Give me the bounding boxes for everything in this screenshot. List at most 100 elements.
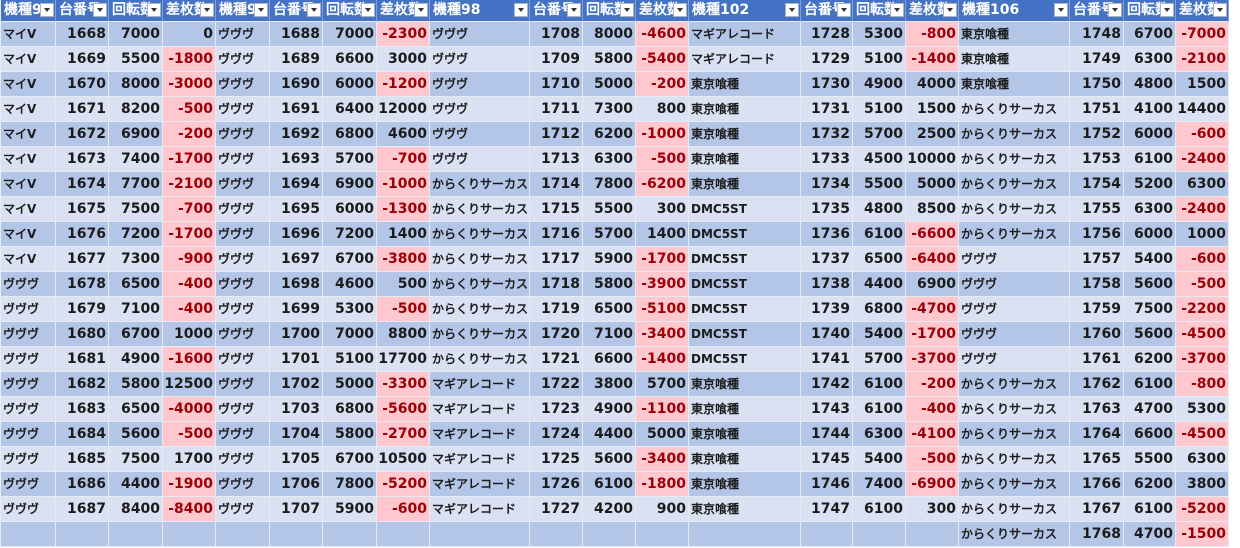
table-cell[interactable]: ヴヴヴ [216,422,270,447]
table-cell[interactable]: 1735 [801,197,853,222]
table-cell[interactable]: からくりサーカス [959,372,1070,397]
table-cell[interactable]: -1000 [377,172,430,197]
table-cell[interactable]: -3000 [163,72,216,97]
table-cell[interactable]: 1680 [56,322,109,347]
table-cell[interactable]: ヴヴヴ [216,172,270,197]
table-cell[interactable]: 6200 [1124,347,1176,372]
table-cell[interactable]: 1400 [377,222,430,247]
table-cell[interactable]: 1712 [530,122,583,147]
table-cell[interactable]: からくりサーカス [430,222,530,247]
table-cell[interactable]: 1732 [801,122,853,147]
table-cell[interactable]: 1682 [56,372,109,397]
table-cell[interactable]: 6500 [583,297,636,322]
table-cell[interactable]: 1736 [801,222,853,247]
table-cell[interactable]: 1721 [530,347,583,372]
table-cell[interactable]: マギアレコード [430,397,530,422]
table-cell[interactable]: -6900 [906,472,959,497]
filter-dropdown-icon[interactable] [567,3,581,17]
table-cell[interactable]: 1707 [270,497,323,522]
table-cell[interactable]: マイV [1,247,56,272]
table-cell[interactable]: からくりサーカス [430,347,530,372]
table-cell[interactable] [689,522,801,547]
table-cell[interactable]: -200 [163,122,216,147]
table-cell[interactable]: 1704 [270,422,323,447]
table-cell[interactable]: 6800 [323,122,377,147]
table-cell[interactable]: -1700 [163,222,216,247]
table-cell[interactable]: 7300 [109,247,163,272]
table-cell[interactable]: 1739 [801,297,853,322]
table-cell[interactable]: 1765 [1070,447,1124,472]
table-cell[interactable]: -500 [163,97,216,122]
table-cell[interactable] [323,522,377,547]
table-cell[interactable]: -1700 [636,247,689,272]
table-cell[interactable]: 5300 [1176,397,1229,422]
table-cell[interactable]: ヴヴヴ [216,222,270,247]
table-cell[interactable]: 1763 [1070,397,1124,422]
table-cell[interactable]: 6100 [583,472,636,497]
table-cell[interactable]: ヴヴヴ [216,322,270,347]
table-cell[interactable]: 14400 [1176,97,1229,122]
table-cell[interactable]: -2300 [377,22,430,47]
table-cell[interactable]: 4100 [1124,97,1176,122]
table-cell[interactable]: からくりサーカス [430,322,530,347]
table-cell[interactable]: 1686 [56,472,109,497]
table-cell[interactable]: ヴヴヴ [430,97,530,122]
table-cell[interactable]: 4200 [583,497,636,522]
table-cell[interactable]: DMC5ST [689,272,801,297]
table-cell[interactable]: -1200 [377,72,430,97]
table-cell[interactable]: ヴヴヴ [1,447,56,472]
table-cell[interactable]: 1679 [56,297,109,322]
table-cell[interactable]: 東京喰種 [689,97,801,122]
table-cell[interactable]: ヴヴヴ [216,397,270,422]
table-cell[interactable]: -8400 [163,497,216,522]
table-cell[interactable]: マギアレコード [430,447,530,472]
table-cell[interactable]: 1717 [530,247,583,272]
table-cell[interactable]: 4400 [583,422,636,447]
table-cell[interactable]: 東京喰種 [959,72,1070,97]
table-cell[interactable]: 1676 [56,222,109,247]
table-cell[interactable]: -800 [1176,372,1229,397]
table-cell[interactable]: -900 [163,247,216,272]
table-cell[interactable]: -5200 [377,472,430,497]
table-cell[interactable]: 7000 [323,322,377,347]
table-cell[interactable]: 4900 [109,347,163,372]
table-cell[interactable]: ヴヴヴ [1,472,56,497]
table-cell[interactable]: 500 [377,272,430,297]
table-cell[interactable]: -1800 [636,472,689,497]
table-cell[interactable]: 1734 [801,172,853,197]
table-cell[interactable]: マイV [1,72,56,97]
table-cell[interactable]: からくりサーカス [959,122,1070,147]
table-cell[interactable]: -200 [906,372,959,397]
table-cell[interactable]: ヴヴヴ [1,397,56,422]
table-cell[interactable]: -2700 [377,422,430,447]
filter-dropdown-icon[interactable] [514,3,528,17]
table-cell[interactable]: 7800 [583,172,636,197]
table-cell[interactable]: -3800 [377,247,430,272]
table-cell[interactable] [853,522,906,547]
table-cell[interactable]: マイV [1,22,56,47]
table-cell[interactable]: マギアレコード [430,422,530,447]
table-cell[interactable]: 6300 [1124,197,1176,222]
filter-dropdown-icon[interactable] [673,3,687,17]
table-cell[interactable]: -3900 [636,272,689,297]
table-cell[interactable]: 3000 [377,47,430,72]
table-cell[interactable]: 6500 [853,247,906,272]
table-cell[interactable]: -2200 [1176,297,1229,322]
table-cell[interactable]: 1764 [1070,422,1124,447]
table-cell[interactable]: 1747 [801,497,853,522]
table-cell[interactable]: 8800 [377,322,430,347]
table-cell[interactable]: ヴヴヴ [216,297,270,322]
table-cell[interactable]: -4100 [906,422,959,447]
table-cell[interactable]: 1701 [270,347,323,372]
table-cell[interactable]: 6900 [109,122,163,147]
table-cell[interactable]: 4800 [853,197,906,222]
table-cell[interactable]: 1754 [1070,172,1124,197]
table-cell[interactable]: 1693 [270,147,323,172]
table-cell[interactable]: ヴヴヴ [216,197,270,222]
table-cell[interactable]: 6500 [109,397,163,422]
table-cell[interactable]: 1400 [636,222,689,247]
table-cell[interactable]: からくりサーカス [959,172,1070,197]
table-cell[interactable]: からくりサーカス [959,472,1070,497]
table-cell[interactable]: 1710 [530,72,583,97]
table-cell[interactable]: -4500 [1176,322,1229,347]
